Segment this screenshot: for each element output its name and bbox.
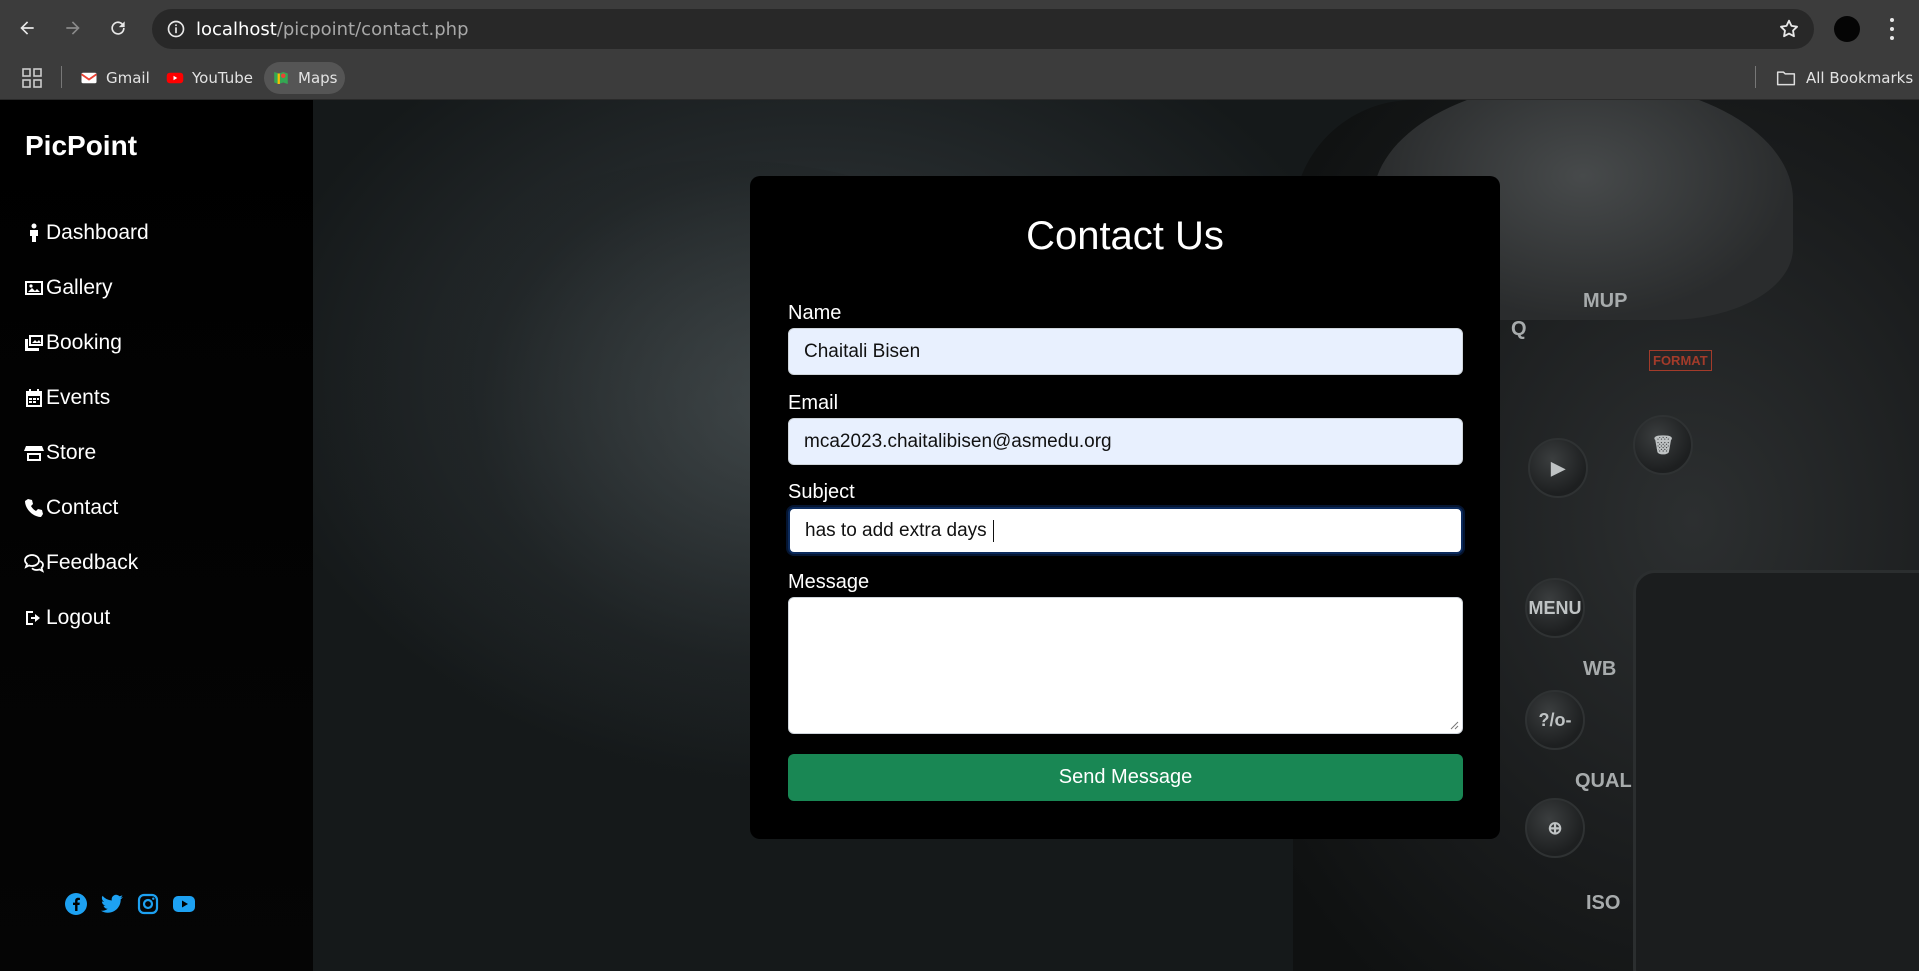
reload-icon (111, 21, 125, 35)
arrow-right-icon (66, 21, 80, 35)
name-value: Chaitali Bisen (804, 340, 921, 362)
facebook-link[interactable] (64, 892, 88, 916)
message-label: Message (788, 571, 870, 593)
youtube-icon (173, 896, 195, 912)
address-bar[interactable]: localhost/picpoint/contact.php (152, 9, 1814, 49)
all-bookmarks-label: All Bookmarks (1806, 69, 1914, 87)
camera-menu-button: MENU (1525, 578, 1585, 638)
chat-icon (24, 553, 44, 573)
url-path: /picpoint/contact.php (276, 19, 469, 40)
email-field[interactable]: mca2023.chaitalibisen@asmedu.org (788, 418, 1463, 465)
sidebar: PicPoint Dashboard Gallery Booking Event… (0, 100, 313, 971)
browser-toolbar: localhost/picpoint/contact.php (0, 0, 1919, 58)
page-viewport: ▶ 🗑 MENU ?/o- ⊕ WB QUAL ISO Q MUP FORMAT… (0, 100, 1919, 971)
email-value: mca2023.chaitalibisen@asmedu.org (804, 430, 1112, 452)
text-caret (992, 519, 994, 542)
email-label: Email (788, 392, 839, 414)
camera-iso-label: ISO (1586, 892, 1621, 914)
instagram-icon (137, 893, 159, 915)
phone-icon (25, 498, 43, 517)
all-bookmarks-button[interactable]: All Bookmarks (1776, 62, 1913, 94)
twitter-icon (101, 894, 123, 913)
reload-button[interactable] (103, 13, 133, 43)
camera-lcd-screen (1633, 570, 1919, 971)
images-icon (25, 334, 43, 351)
apps-grid-icon[interactable] (22, 68, 42, 88)
camera-qual-label: QUAL (1575, 770, 1632, 792)
image-icon (25, 280, 43, 295)
name-label: Name (788, 302, 842, 324)
message-textarea[interactable] (788, 597, 1463, 734)
bookmark-youtube[interactable]: YouTube (158, 62, 261, 94)
bookmark-gmail[interactable]: Gmail (72, 62, 158, 94)
social-links (64, 892, 196, 916)
maps-icon (274, 72, 288, 84)
camera-play-button: ▶ (1528, 438, 1588, 498)
sidebar-item-label: Events (46, 385, 111, 409)
youtube-icon (166, 72, 184, 84)
sidebar-item-booking[interactable]: Booking (24, 315, 149, 370)
url-host: localhost (196, 19, 277, 40)
bookmark-star-icon[interactable] (1778, 18, 1800, 40)
sidebar-item-label: Logout (46, 605, 111, 629)
sidebar-item-label: Feedback (46, 550, 139, 574)
logout-icon (26, 610, 40, 625)
bookmark-label: Maps (298, 69, 338, 87)
gmail-icon (80, 72, 98, 84)
camera-format-label: FORMAT (1649, 350, 1712, 371)
resize-handle-icon[interactable] (1449, 720, 1459, 730)
sidebar-item-events[interactable]: Events (24, 370, 149, 425)
camera-zoom-button: ⊕ (1525, 798, 1585, 858)
sidebar-item-label: Booking (46, 330, 122, 354)
bookmark-maps[interactable]: Maps (264, 62, 346, 94)
camera-q-label: Q (1511, 318, 1527, 340)
person-icon (30, 223, 38, 242)
sidebar-item-feedback[interactable]: Feedback (24, 535, 149, 590)
bookmark-label: YouTube (192, 69, 253, 87)
sidebar-item-label: Store (46, 440, 97, 464)
url-text[interactable]: localhost/picpoint/contact.php (196, 19, 469, 40)
bookmarks-bar: Gmail YouTube Maps All Bookmarks (0, 58, 1919, 100)
brand-logo[interactable]: PicPoint (25, 130, 137, 162)
subject-value: has to add extra days (805, 519, 987, 541)
sidebar-item-label: Gallery (46, 275, 113, 299)
facebook-icon (65, 893, 87, 915)
page-title: Contact Us (1026, 214, 1224, 258)
arrow-left-icon (20, 21, 34, 35)
sidebar-menu: Dashboard Gallery Booking Events Store C… (24, 205, 149, 645)
instagram-link[interactable] (136, 892, 160, 916)
camera-wb-label: WB (1583, 658, 1617, 680)
camera-help-button: ?/o- (1525, 690, 1585, 750)
send-message-button[interactable]: Send Message (788, 754, 1463, 801)
name-field[interactable]: Chaitali Bisen (788, 328, 1463, 375)
bookmark-label: Gmail (106, 69, 150, 87)
twitter-link[interactable] (100, 892, 124, 916)
subject-field[interactable]: has to add extra days (788, 507, 1463, 554)
store-icon (24, 445, 44, 461)
sidebar-item-store[interactable]: Store (24, 425, 149, 480)
bookmarks-separator (61, 66, 62, 88)
contact-card: Contact Us Name Chaitali Bisen Email mca… (750, 176, 1500, 839)
sidebar-item-contact[interactable]: Contact (24, 480, 149, 535)
camera-mup-label: MUP (1583, 290, 1628, 312)
profile-avatar[interactable] (1834, 16, 1860, 42)
site-info-icon[interactable] (166, 19, 186, 39)
back-button[interactable] (12, 13, 42, 43)
sidebar-item-label: Contact (46, 495, 119, 519)
forward-button[interactable] (58, 13, 88, 43)
subject-label: Subject (788, 481, 855, 503)
sidebar-item-label: Dashboard (46, 220, 149, 244)
browser-menu-button[interactable] (1884, 16, 1900, 42)
youtube-link[interactable] (172, 892, 196, 916)
sidebar-item-logout[interactable]: Logout (24, 590, 149, 645)
sidebar-item-gallery[interactable]: Gallery (24, 260, 149, 315)
sidebar-item-dashboard[interactable]: Dashboard (24, 205, 149, 260)
calendar-icon (26, 388, 42, 407)
folder-icon (1776, 71, 1796, 86)
camera-trash-button: 🗑 (1633, 415, 1693, 475)
bookmarks-separator (1755, 66, 1756, 88)
